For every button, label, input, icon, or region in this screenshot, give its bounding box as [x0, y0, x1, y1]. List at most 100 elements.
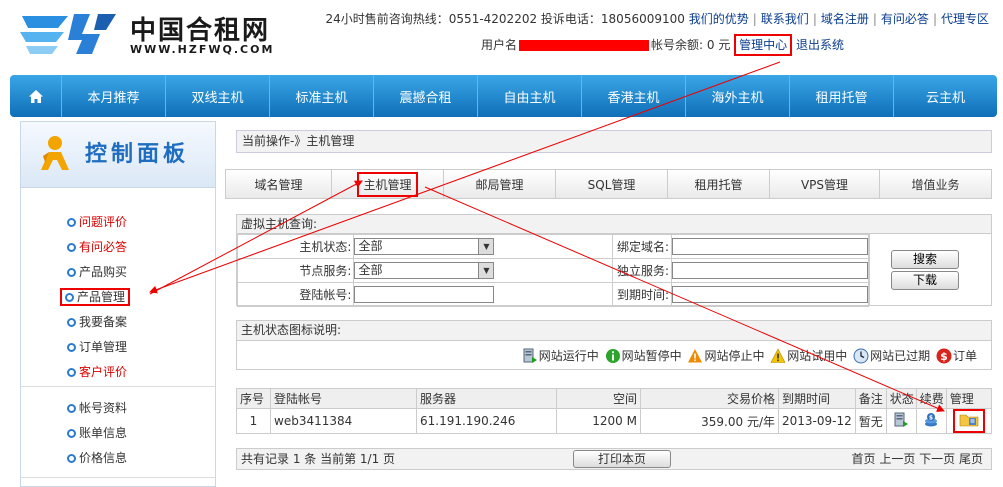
legend-expired: 网站已过期: [853, 347, 930, 364]
col-note: 备注: [854, 388, 887, 409]
nav-shared-rental[interactable]: 震撼合租: [374, 75, 478, 117]
link-domain-register[interactable]: 域名注册: [821, 12, 869, 26]
nav-colocation[interactable]: 租用托管: [790, 75, 894, 117]
sidebar-item-feedback[interactable]: 问题评价: [67, 210, 130, 235]
login-input[interactable]: [354, 286, 495, 303]
manage-center-link[interactable]: 管理中心: [739, 38, 787, 52]
sidebar-item-reviews[interactable]: 客户评价: [67, 360, 130, 385]
bullet-icon: [67, 318, 76, 327]
sidebar-item-filing[interactable]: 我要备案: [67, 310, 130, 335]
node-select[interactable]: 全部 ▼: [354, 262, 495, 279]
nav-dual-line-host[interactable]: 双线主机: [166, 75, 270, 117]
tab-mail-mgmt[interactable]: 邮局管理: [444, 170, 556, 198]
nav-hk-host[interactable]: 香港主机: [582, 75, 686, 117]
clock-icon: [853, 348, 869, 363]
status-label: 主机状态:: [236, 234, 355, 259]
sidebar-item-faq[interactable]: 有问必答: [67, 235, 130, 260]
sidebar-item-account-info[interactable]: 帐号资料: [67, 396, 127, 421]
cell-note: 暂无: [854, 408, 887, 434]
tab-value-added[interactable]: 增值业务: [880, 170, 991, 198]
logo-mark-icon: [20, 14, 116, 54]
cell-space: 1200 M: [556, 408, 641, 434]
dollar-icon: $: [936, 348, 952, 363]
domain-input[interactable]: [672, 238, 868, 255]
tab-domain-mgmt[interactable]: 域名管理: [226, 170, 332, 198]
nav-cloud-host[interactable]: 云主机: [894, 75, 997, 117]
trial-warning-icon: [770, 347, 786, 363]
link-agent-zone[interactable]: 代理专区: [941, 12, 989, 26]
domain-label: 绑定域名:: [611, 234, 673, 259]
sidebar-menu-account: 帐号资料 账单信息 价格信息: [67, 396, 127, 471]
query-buttons: 搜索 下载: [869, 234, 991, 306]
print-button[interactable]: 打印本页: [573, 450, 671, 468]
cell-status[interactable]: [885, 408, 917, 434]
person-icon: [41, 136, 69, 170]
link-contact[interactable]: 联系我们: [761, 12, 809, 26]
nav-standard-host[interactable]: 标准主机: [270, 75, 374, 117]
link-advantage[interactable]: 我们的优势: [689, 12, 749, 26]
tab-sql-mgmt[interactable]: SQL管理: [556, 170, 668, 198]
status-select[interactable]: 全部 ▼: [354, 238, 495, 255]
search-button[interactable]: 搜索: [891, 250, 959, 269]
server-running-icon: [523, 348, 537, 363]
control-panel-header: 控制面板: [21, 122, 215, 188]
cell-server: 61.191.190.246: [416, 408, 557, 434]
legend-title: 主机状态图标说明:: [237, 321, 991, 341]
link-faq[interactable]: 有问必答: [881, 12, 929, 26]
download-button[interactable]: 下载: [891, 271, 959, 290]
redacted-username: [519, 40, 650, 51]
logo-title: 中国合租网: [130, 16, 271, 46]
col-renew: 续费: [915, 388, 947, 409]
dropdown-arrow-icon: ▼: [478, 263, 494, 278]
logout-link[interactable]: 退出系统: [796, 38, 844, 52]
col-expire: 到期时间: [778, 388, 856, 409]
sidebar-item-orders[interactable]: 订单管理: [67, 335, 130, 360]
nav-monthly-picks[interactable]: 本月推荐: [62, 75, 166, 117]
col-no: 序号: [236, 388, 271, 409]
control-panel-title: 控制面板: [85, 142, 190, 167]
dropdown-arrow-icon: ▼: [478, 239, 494, 254]
nav-free-host[interactable]: 自由主机: [478, 75, 582, 117]
legend-trial: 网站试用中: [770, 347, 847, 364]
nav-overseas-host[interactable]: 海外主机: [686, 75, 790, 117]
cell-renew[interactable]: $: [915, 408, 947, 434]
bullet-icon: [65, 293, 74, 302]
bullet-icon: [67, 454, 76, 463]
col-price: 交易价格: [640, 388, 779, 409]
node-label: 节点服务:: [236, 258, 355, 283]
sidebar-item-purchase[interactable]: 产品购买: [67, 260, 130, 285]
cell-manage[interactable]: [945, 408, 993, 434]
cell-expire: 2013-09-12: [778, 408, 856, 434]
server-running-icon: [894, 412, 909, 427]
info-icon: [605, 348, 620, 363]
tab-vps-mgmt[interactable]: VPS管理: [770, 170, 880, 198]
sidebar-item-billing[interactable]: 账单信息: [67, 421, 127, 446]
legend-items: 网站运行中 网站暂停中 网站停止中 网站试用中 网站已过期 $ 订单: [520, 347, 977, 367]
query-title: 虚拟主机查询:: [237, 215, 991, 234]
bullet-icon: [67, 343, 76, 352]
manage-button[interactable]: [952, 409, 985, 433]
standalone-input[interactable]: [672, 262, 868, 279]
svg-text:$: $: [940, 350, 948, 363]
login-label: 登陆帐号:: [236, 282, 355, 307]
sidebar-item-pricing[interactable]: 价格信息: [67, 446, 127, 471]
record-summary: 共有记录 1 条 当前第 1/1 页: [241, 452, 396, 466]
tab-colocation[interactable]: 租用托管: [668, 170, 770, 198]
pager-links[interactable]: 首页 上一页 下一页 尾页: [852, 449, 983, 469]
sidebar-divider: [21, 477, 215, 478]
col-server: 服务器: [416, 388, 557, 409]
expire-label: 到期时间:: [611, 282, 673, 307]
site-logo[interactable]: 中国合租网 WWW.HZFWQ.COM: [18, 8, 298, 60]
cell-account: web3411384: [270, 408, 417, 434]
renew-coins-icon: $: [925, 412, 938, 426]
home-icon: [28, 89, 43, 103]
sidebar-menu: 问题评价 有问必答 产品购买 产品管理 我要备案 订单管理 客户评价: [60, 210, 131, 385]
legend-order: $ 订单: [936, 347, 977, 364]
col-space: 空间: [556, 388, 641, 409]
tab-host-mgmt[interactable]: 主机管理: [332, 170, 444, 198]
col-manage: 管理: [945, 388, 993, 409]
standalone-label: 独立服务:: [611, 258, 673, 283]
nav-home[interactable]: [10, 75, 62, 117]
expire-input[interactable]: [672, 286, 868, 303]
sidebar-item-product-mgmt[interactable]: 产品管理: [60, 285, 131, 310]
